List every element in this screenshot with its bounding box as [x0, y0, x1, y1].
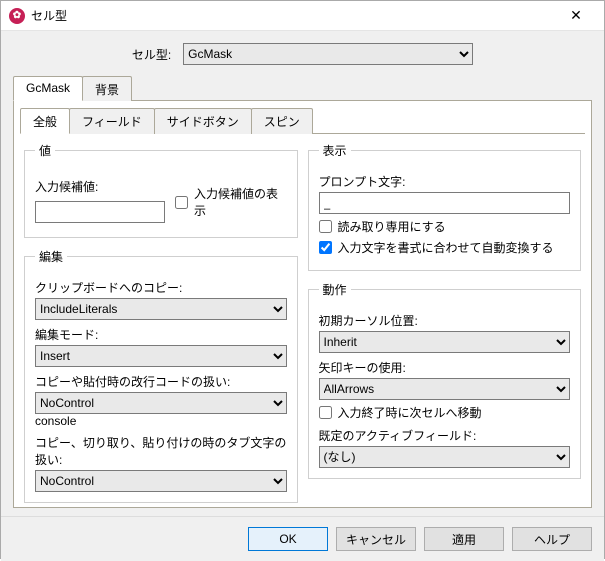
- tabchar-select[interactable]: NoControl: [35, 470, 287, 492]
- clipboard-select[interactable]: IncludeLiterals: [35, 298, 287, 320]
- outer-tabs: GcMask 背景: [13, 75, 592, 101]
- close-button[interactable]: ✕: [556, 1, 596, 31]
- tab-general[interactable]: 全般: [20, 108, 70, 134]
- show-candidates-label: 入力候補値の表示: [194, 185, 287, 219]
- clipboard-label: クリップボードへのコピー:: [35, 279, 287, 296]
- active-field-label: 既定のアクティブフィールド:: [319, 427, 571, 444]
- apply-button[interactable]: 適用: [424, 527, 504, 551]
- caret-select[interactable]: Inherit: [319, 331, 571, 353]
- prompt-label: プロンプト文字:: [319, 173, 571, 190]
- tab-background[interactable]: 背景: [82, 76, 132, 101]
- inner-tabs: 全般 フィールド サイドボタン スピン: [20, 107, 585, 134]
- input-candidate-field[interactable]: [35, 201, 165, 223]
- behavior-group: 動作 初期カーソル位置: Inherit 矢印キーの使用: AllArrows …: [308, 281, 582, 479]
- caret-label: 初期カーソル位置:: [319, 312, 571, 329]
- autoconvert-checkbox[interactable]: [319, 241, 332, 254]
- celltype-label: セル型:: [132, 46, 171, 63]
- readonly-checkbox[interactable]: [319, 220, 332, 233]
- behavior-legend: 動作: [319, 281, 351, 298]
- app-icon: ✿: [9, 8, 25, 24]
- window-title: セル型: [31, 7, 556, 24]
- editmode-select[interactable]: Insert: [35, 345, 287, 367]
- tabchar-label: コピー、切り取り、貼り付けの時のタブ文字の扱い:: [35, 434, 287, 468]
- readonly-label: 読み取り専用にする: [338, 218, 446, 235]
- autoconvert-label: 入力文字を書式に合わせて自動変換する: [338, 239, 554, 256]
- celltype-select[interactable]: GcMask: [183, 43, 473, 65]
- display-legend: 表示: [319, 142, 351, 159]
- edit-group: 編集 クリップボードへのコピー: IncludeLiterals 編集モード: …: [24, 248, 298, 503]
- tab-sidebutton[interactable]: サイドボタン: [154, 108, 252, 134]
- paste-newline-label: コピーや貼付時の改行コードの扱い:: [35, 373, 287, 390]
- input-candidate-label: 入力候補値:: [35, 178, 165, 195]
- editmode-label: 編集モード:: [35, 326, 287, 343]
- display-group: 表示 プロンプト文字: 読み取り専用にする 入力文字を書式に合わせて自動変換する: [308, 142, 582, 271]
- close-icon: ✕: [570, 7, 582, 24]
- value-legend: 値: [35, 142, 55, 159]
- show-candidates-checkbox[interactable]: [175, 196, 188, 209]
- tab-gcmask[interactable]: GcMask: [13, 76, 83, 101]
- edit-legend: 編集: [35, 248, 67, 265]
- exit-next-checkbox[interactable]: [319, 406, 332, 419]
- value-group: 値 入力候補値: 入力候補値の表示: [24, 142, 298, 238]
- ok-button[interactable]: OK: [248, 527, 328, 551]
- arrow-select[interactable]: AllArrows: [319, 378, 571, 400]
- arrow-label: 矢印キーの使用:: [319, 359, 571, 376]
- help-button[interactable]: ヘルプ: [512, 527, 592, 551]
- prompt-field[interactable]: [319, 192, 571, 214]
- exit-next-label: 入力終了時に次セルへ移動: [338, 404, 482, 421]
- paste-newline-select[interactable]: NoControl: [35, 392, 287, 414]
- active-field-select[interactable]: (なし): [319, 446, 571, 468]
- cancel-button[interactable]: キャンセル: [336, 527, 416, 551]
- tab-fields[interactable]: フィールド: [69, 108, 155, 134]
- tab-spin[interactable]: スピン: [251, 108, 313, 134]
